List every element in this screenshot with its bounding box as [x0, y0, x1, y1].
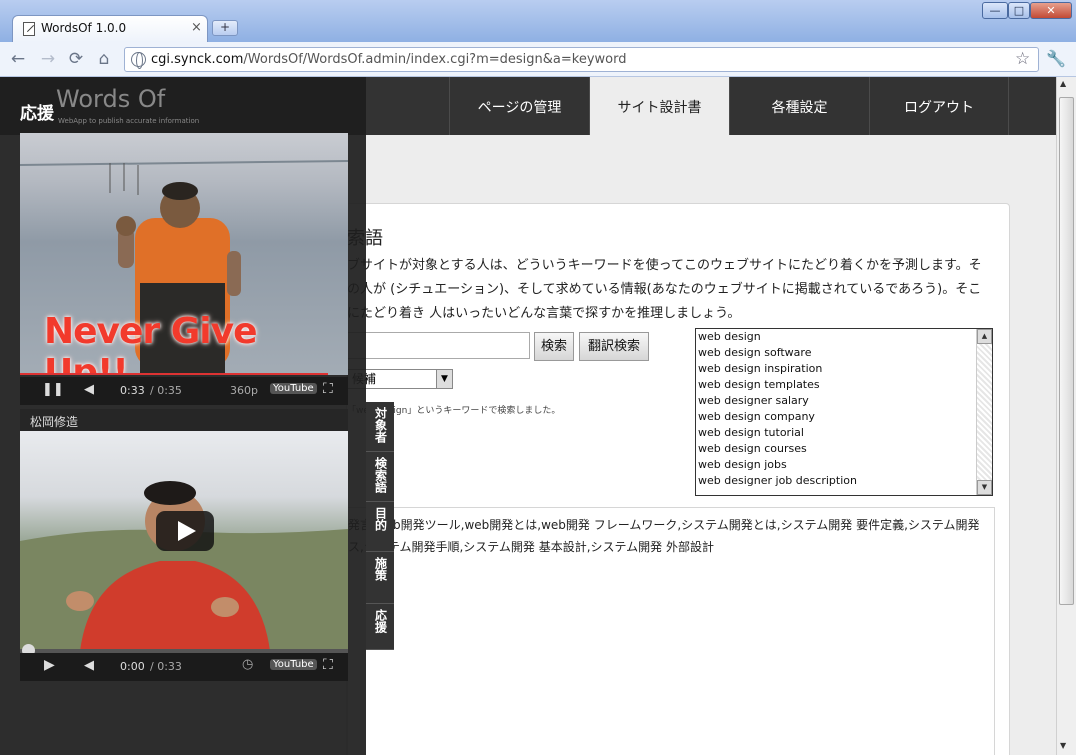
- site-logo: Words Of: [56, 85, 166, 113]
- play-icon: [178, 521, 196, 541]
- list-item[interactable]: web design company: [698, 409, 857, 425]
- side-tab-target[interactable]: 対象者: [366, 402, 394, 452]
- time-total: / 0:35: [150, 384, 182, 397]
- list-item[interactable]: web design courses: [698, 441, 857, 457]
- browser-toolbar: ← → ⟳ ⌂ cgi.synck.com/WordsOf/WordsOf.ad…: [0, 42, 1076, 77]
- section-description: ブサイトが対象とする人は、どういうキーワードを使ってこのウェブサイトにたどり着く…: [347, 258, 982, 321]
- pause-icon[interactable]: ❚❚: [42, 382, 64, 397]
- maximize-button[interactable]: □: [1008, 2, 1030, 19]
- list-item[interactable]: web designer salary: [698, 393, 857, 409]
- scrollbar-thumb[interactable]: [1059, 97, 1074, 605]
- list-item[interactable]: web design: [698, 329, 857, 345]
- globe-icon: [131, 52, 146, 69]
- browser-tab[interactable]: WordsOf 1.0.0 ×: [12, 15, 208, 42]
- close-window-button[interactable]: ✕: [1030, 2, 1072, 19]
- video-title: 松岡修造: [30, 415, 79, 429]
- close-tab-icon[interactable]: ×: [191, 20, 202, 35]
- page-scrollbar[interactable]: ▲ ▼: [1056, 77, 1076, 755]
- list-item[interactable]: web design inspiration: [698, 361, 857, 377]
- video-frame[interactable]: [20, 431, 348, 651]
- video-controls: ▶ ◀ 0:00 / 0:33 ◷ YouTube ⛶: [20, 653, 348, 681]
- panel-title: 応援: [20, 104, 54, 124]
- scroll-down-icon[interactable]: ▼: [1060, 741, 1066, 750]
- side-tab-purpose[interactable]: 目的: [366, 502, 394, 552]
- content-card: 索語 ブサイトが対象とする人は、どういうキーワードを使ってこのウェブサイトにたど…: [346, 203, 1010, 755]
- scroll-up-icon[interactable]: ▲: [977, 329, 992, 344]
- chevron-down-icon: ▼: [436, 370, 452, 388]
- side-tab-label: 応援: [373, 609, 388, 633]
- time-total: / 0:33: [150, 660, 182, 673]
- fullscreen-icon[interactable]: ⛶: [323, 381, 333, 397]
- minimize-button[interactable]: —: [982, 2, 1008, 19]
- keywords-box[interactable]: 発言,web開発ツール,web開発とは,web開発 フレームワーク,システム開発…: [347, 507, 995, 755]
- side-tab-label: 目的: [373, 507, 388, 531]
- video-frame[interactable]: Never Give Up!!: [20, 133, 348, 375]
- suggestion-listbox[interactable]: web design web design software web desig…: [695, 328, 993, 496]
- video-controls: ❚❚ ◀ 0:33 / 0:35 360p YouTube ⛶: [20, 377, 348, 405]
- video-player-1[interactable]: Never Give Up!! ❚❚ ◀ 0:33 / 0:35 360p Yo…: [20, 133, 348, 407]
- keywords-text: 発言,web開発ツール,web開発とは,web開発 フレームワーク,システム開発…: [348, 518, 980, 554]
- quality-label[interactable]: 360p: [230, 384, 258, 397]
- window-titlebar: WordsOf 1.0.0 × + — □ ✕: [0, 0, 1076, 42]
- side-tab-measures[interactable]: 施策: [366, 552, 394, 604]
- side-tab-label: 対象者: [373, 407, 388, 443]
- url-text: cgi.synck.com/WordsOf/WordsOf.admin/inde…: [151, 52, 627, 67]
- scroll-up-icon[interactable]: ▲: [1060, 79, 1066, 88]
- wrench-icon[interactable]: 🔧: [1046, 49, 1066, 68]
- side-tab-label: 施策: [373, 557, 388, 581]
- keyword-search-input[interactable]: [347, 332, 530, 359]
- logo-tagline: WebApp to publish accurate information: [58, 117, 200, 125]
- video-title-bar: 松岡修造: [20, 409, 348, 431]
- list-item[interactable]: web design tutorial: [698, 425, 857, 441]
- home-button[interactable]: ⌂: [93, 49, 115, 71]
- time-current: 0:00: [120, 660, 145, 673]
- watch-later-icon[interactable]: ◷: [242, 657, 253, 672]
- video-player-2[interactable]: 松岡修造 ▶ ◀ 0:00 / 0:33 ◷ YouTube ⛶: [20, 409, 348, 681]
- side-tab-label: 検索語: [373, 457, 388, 493]
- new-tab-button[interactable]: +: [212, 20, 238, 36]
- bookmark-star-icon[interactable]: ☆: [1015, 49, 1030, 69]
- fullscreen-icon[interactable]: ⛶: [323, 657, 333, 673]
- play-icon[interactable]: ▶: [44, 657, 55, 673]
- list-item[interactable]: web design templates: [698, 377, 857, 393]
- search-button[interactable]: 検索: [534, 332, 574, 361]
- progress-bar[interactable]: [20, 373, 328, 375]
- reload-button[interactable]: ⟳: [65, 49, 87, 71]
- nav-logout[interactable]: ログアウト: [869, 77, 1009, 135]
- tab-title: WordsOf 1.0.0: [41, 21, 127, 35]
- volume-icon[interactable]: ◀: [84, 382, 94, 397]
- video-caption: Never Give Up!!: [44, 311, 258, 375]
- nav-page-management[interactable]: ページの管理: [449, 77, 589, 135]
- list-item[interactable]: web designer job description: [698, 473, 857, 489]
- side-tab-keywords[interactable]: 検索語: [366, 452, 394, 502]
- volume-icon[interactable]: ◀: [84, 658, 94, 673]
- nav-site-design[interactable]: サイト設計書: [589, 77, 729, 135]
- page-icon: [23, 22, 35, 36]
- translate-search-button[interactable]: 翻訳検索: [579, 332, 649, 361]
- list-item[interactable]: web design software: [698, 345, 857, 361]
- time-current: 0:33: [120, 384, 145, 397]
- back-button[interactable]: ←: [7, 49, 29, 71]
- forward-button[interactable]: →: [37, 49, 59, 71]
- scroll-down-icon[interactable]: ▼: [977, 480, 992, 495]
- support-panel: Words Of WebApp to publish accurate info…: [0, 77, 366, 755]
- youtube-logo[interactable]: YouTube: [270, 383, 317, 394]
- suggestion-list: web design web design software web desig…: [698, 329, 857, 489]
- side-tab-support[interactable]: 応援: [366, 604, 394, 650]
- nav-settings[interactable]: 各種設定: [729, 77, 869, 135]
- address-bar[interactable]: cgi.synck.com/WordsOf/WordsOf.admin/inde…: [124, 47, 1039, 72]
- youtube-logo[interactable]: YouTube: [270, 659, 317, 670]
- play-button[interactable]: [156, 511, 214, 551]
- listbox-scrollbar[interactable]: ▲ ▼: [976, 329, 992, 495]
- list-item[interactable]: web design jobs: [698, 457, 857, 473]
